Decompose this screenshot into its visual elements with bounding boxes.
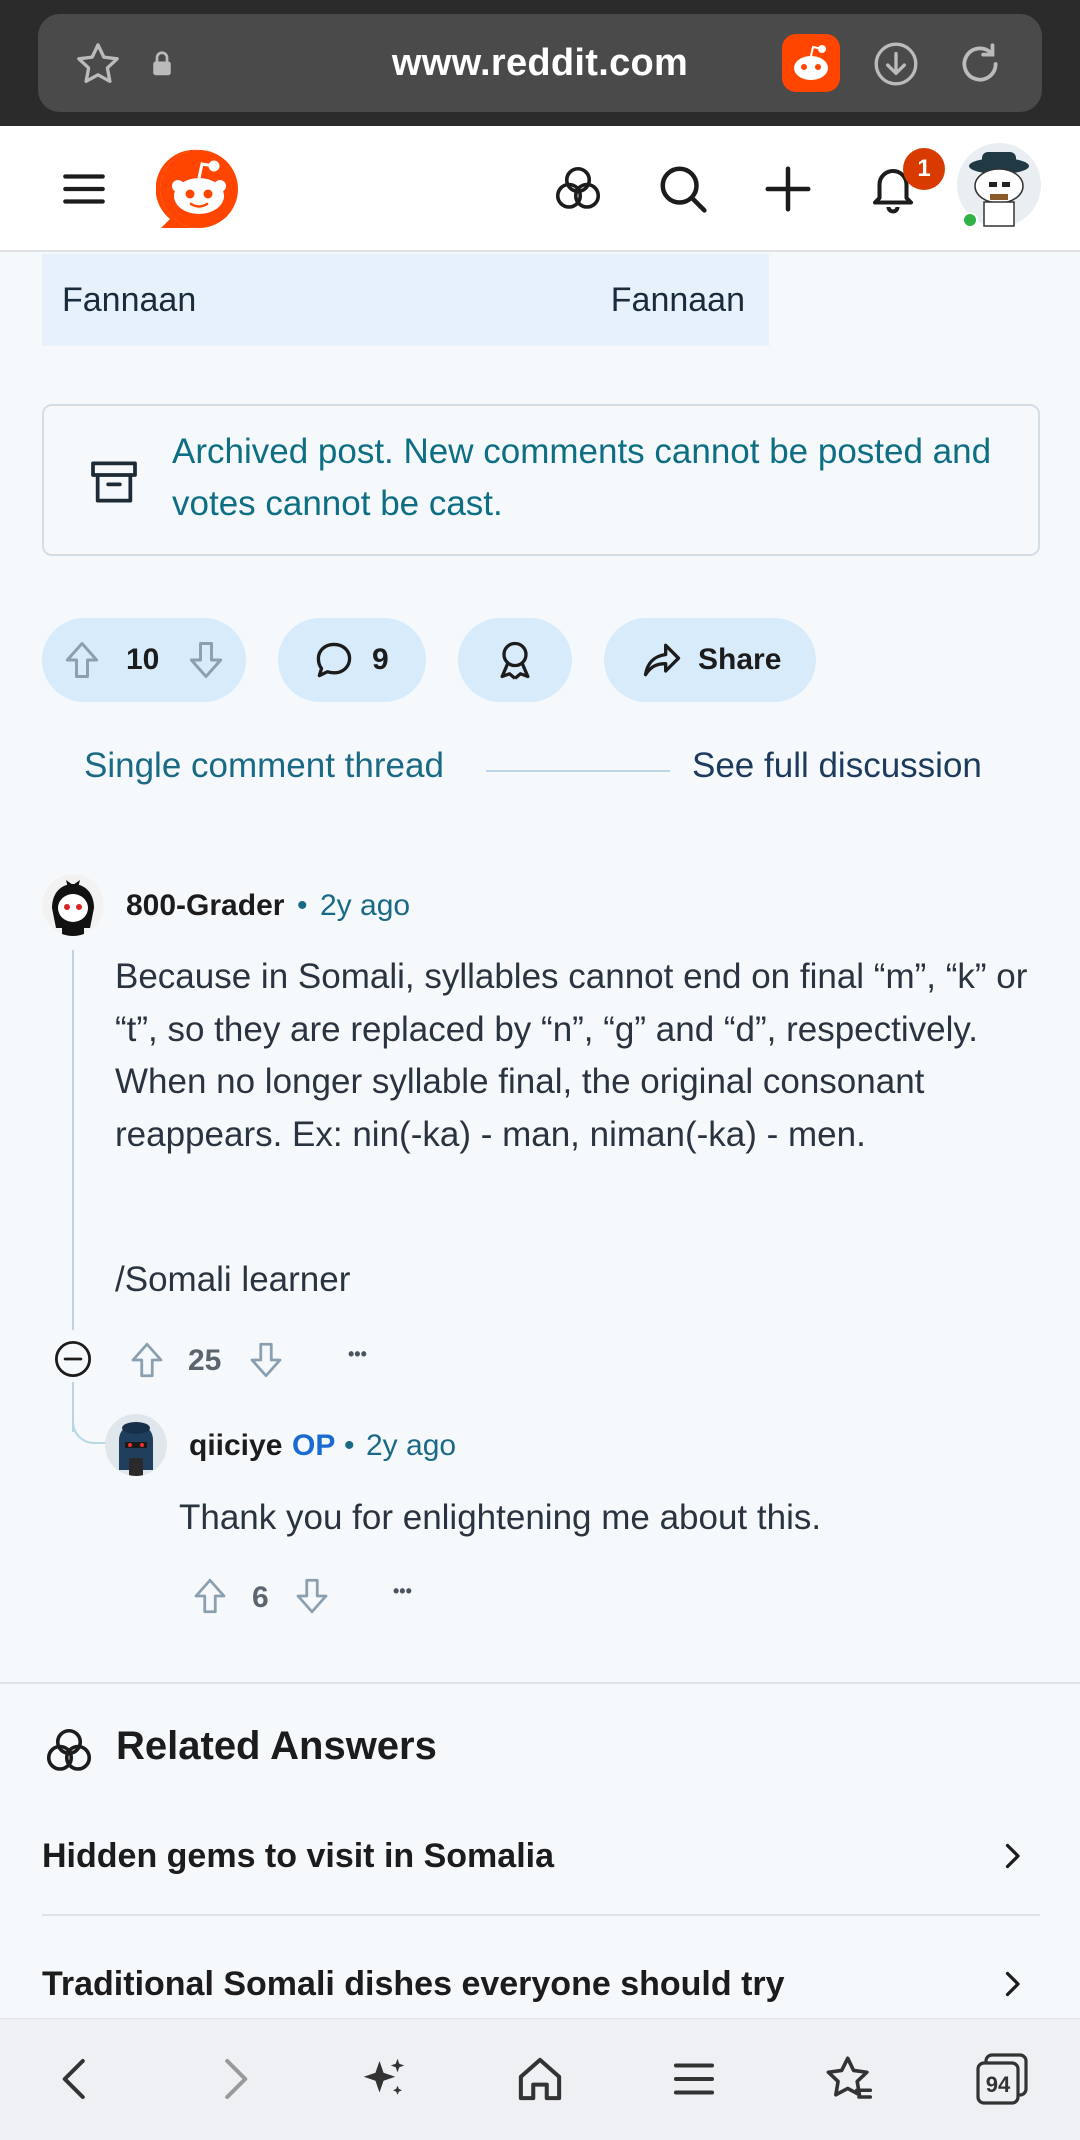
search-icon[interactable]	[652, 158, 714, 220]
download-icon[interactable]	[870, 38, 922, 90]
menu-icon[interactable]	[53, 158, 115, 220]
home-icon[interactable]	[508, 2047, 572, 2111]
comment-downvote-icon[interactable]	[244, 1338, 288, 1382]
bookmarks-icon[interactable]	[818, 2047, 882, 2111]
comment-body-signoff: /Somali learner	[115, 1260, 351, 1299]
related-answers-icon	[42, 1724, 96, 1778]
reply-more-options-icon[interactable]: •••	[393, 1581, 412, 1602]
comment-body: Because in Somali, syllables cannot end …	[115, 957, 1028, 1154]
chevron-right-icon	[994, 1838, 1030, 1874]
comment-upvote-icon[interactable]	[125, 1338, 169, 1382]
create-post-icon[interactable]	[757, 158, 819, 220]
reply-author-avatar[interactable]	[105, 1414, 167, 1476]
reddit-site-icon[interactable]	[782, 34, 840, 92]
award-icon	[493, 638, 537, 682]
comment-username[interactable]: 800-Grader	[126, 889, 284, 923]
section-divider	[0, 1682, 1080, 1684]
reply-connector-curve	[72, 1404, 106, 1444]
thread-line[interactable]	[72, 950, 74, 1330]
reply-vote-count: 6	[252, 1581, 269, 1614]
share-button[interactable]: Share	[604, 618, 816, 702]
upvote-icon[interactable]	[60, 638, 104, 682]
menu-icon[interactable]	[662, 2047, 726, 2111]
chevron-right-icon	[994, 1966, 1030, 2002]
ai-sparkle-icon[interactable]	[352, 2047, 416, 2111]
single-comment-thread-link[interactable]: Single comment thread	[84, 746, 444, 786]
comments-button[interactable]: 9	[278, 618, 426, 702]
forward-icon[interactable]	[202, 2047, 266, 2111]
post-vote-count: 10	[126, 643, 160, 676]
related-answer-item[interactable]: Hidden gems to visit in Somalia	[42, 1808, 1040, 1904]
related-answer-label: Hidden gems to visit in Somalia	[42, 1837, 554, 1875]
tab-count: 94	[985, 2072, 1011, 2097]
more-options-icon[interactable]: •••	[348, 1344, 367, 1365]
meta-separator: •	[297, 889, 308, 922]
op-badge: OP	[292, 1429, 336, 1462]
downvote-icon[interactable]	[184, 638, 228, 682]
related-answers-title: Related Answers	[116, 1724, 437, 1768]
reply-username[interactable]: qiiciye	[189, 1429, 282, 1463]
archive-icon	[86, 454, 142, 510]
reply-timestamp[interactable]: 2y ago	[366, 1429, 456, 1463]
notification-badge: 1	[903, 148, 945, 190]
translation-left: Fannaan	[62, 281, 197, 319]
post-vote-group: 10	[42, 618, 246, 702]
translation-row: Fannaan Fannaan	[42, 254, 769, 346]
share-label: Share	[698, 643, 782, 676]
archived-notice: Archived post. New comments cannot be po…	[42, 404, 1040, 556]
share-icon	[640, 638, 684, 682]
see-full-discussion-link[interactable]: See full discussion	[692, 746, 982, 786]
archived-notice-text: Archived post. New comments cannot be po…	[172, 432, 992, 523]
browser-bottom-bar: 94	[0, 2018, 1080, 2140]
reddit-logo[interactable]	[156, 146, 242, 232]
reply-upvote-icon[interactable]	[188, 1574, 232, 1618]
comment-vote-count: 25	[188, 1344, 222, 1377]
back-icon[interactable]	[44, 2047, 108, 2111]
reply-downvote-icon[interactable]	[290, 1574, 334, 1618]
comment-count: 9	[372, 643, 389, 676]
comment-icon	[312, 638, 356, 682]
translation-right: Fannaan	[610, 281, 745, 319]
commenter-avatar[interactable]	[42, 874, 104, 936]
online-status-dot	[962, 212, 978, 228]
award-button[interactable]	[458, 618, 572, 702]
comment-timestamp[interactable]: 2y ago	[320, 889, 410, 923]
meta-separator: •	[344, 1429, 355, 1462]
reload-icon[interactable]	[954, 38, 1006, 90]
collapse-thread-icon[interactable]	[52, 1338, 94, 1380]
address-bar[interactable]: www.reddit.com	[38, 14, 1042, 112]
answers-icon[interactable]	[547, 158, 609, 220]
browser-toolbar: www.reddit.com	[0, 0, 1080, 126]
reply-body: Thank you for enlightening me about this…	[179, 1498, 822, 1537]
list-divider	[42, 1914, 1040, 1916]
thread-nav-divider	[486, 770, 670, 772]
tabs-icon[interactable]: 94	[970, 2047, 1034, 2111]
